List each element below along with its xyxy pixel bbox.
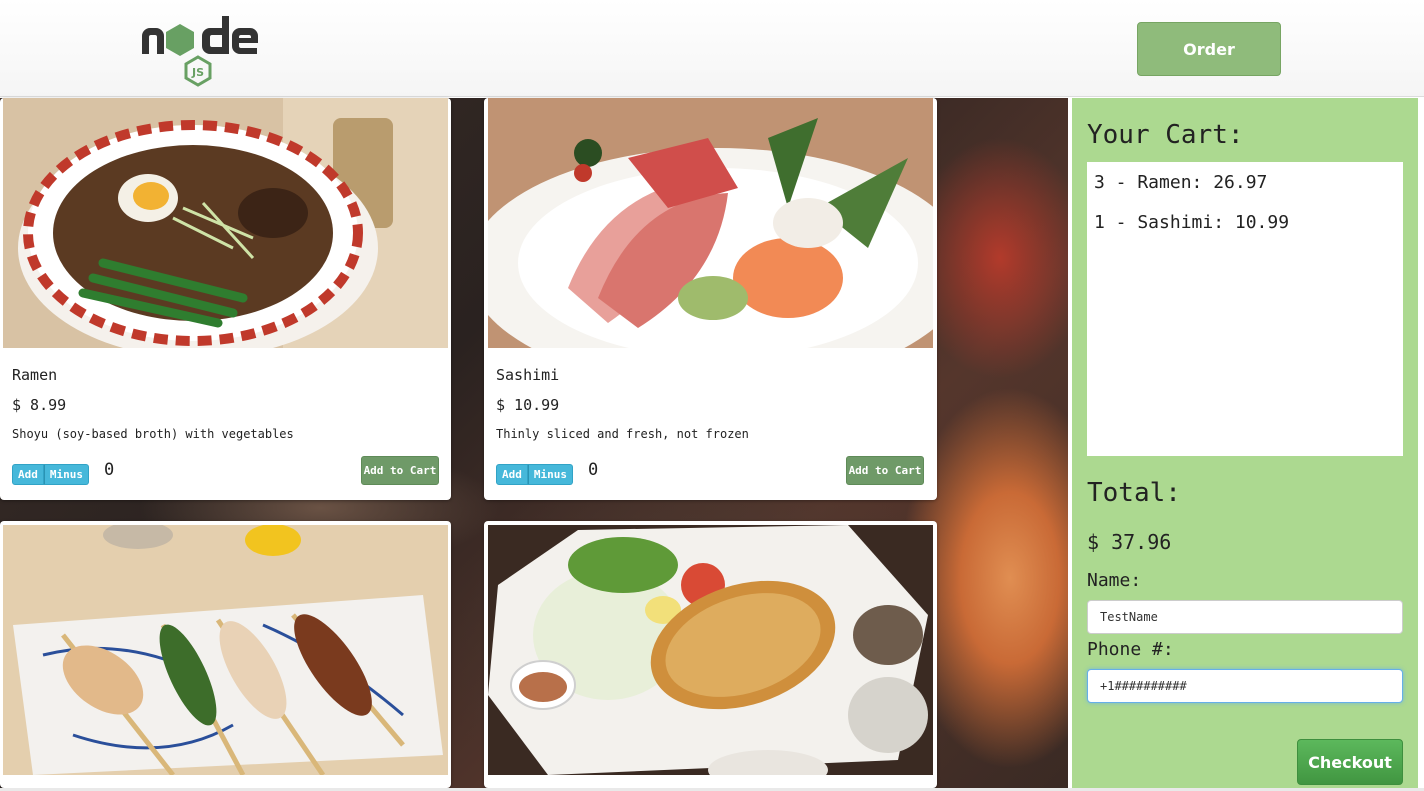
add-button[interactable]: Add	[12, 464, 44, 485]
add-button[interactable]: Add	[496, 464, 528, 485]
cart-panel: Your Cart: 3 - Ramen: 26.97 1 - Sashimi:…	[1072, 98, 1418, 788]
add-to-cart-button[interactable]: Add to Cart	[846, 456, 924, 485]
item-description: Shoyu (soy-based broth) with vegetables	[12, 427, 294, 441]
phone-input[interactable]: +1##########	[1087, 669, 1403, 703]
item-price: $ 10.99	[496, 396, 560, 414]
phone-label: Phone #:	[1087, 639, 1174, 660]
checkout-button[interactable]: Checkout	[1297, 739, 1403, 785]
name-label: Name:	[1087, 570, 1142, 591]
nodejs-logo: JS	[142, 16, 258, 87]
order-button[interactable]: Order	[1137, 22, 1281, 76]
tonkatsu-photo	[488, 525, 933, 775]
quantity-button-group: Add Minus	[12, 464, 89, 485]
cart-item: 3 - Ramen: 26.97	[1094, 172, 1268, 193]
total-value: $ 37.96	[1087, 530, 1172, 554]
quantity-button-group: Add Minus	[496, 464, 573, 485]
item-name: Ramen	[12, 366, 58, 384]
header: JS Order	[0, 0, 1424, 97]
add-to-cart-button[interactable]: Add to Cart	[361, 456, 439, 485]
quantity-value: 0	[588, 460, 599, 480]
menu-card-sashimi: Sashimi $ 10.99 Thinly sliced and fresh,…	[484, 98, 937, 500]
total-label: Total:	[1087, 478, 1181, 508]
logo-badge-text: JS	[191, 66, 204, 79]
minus-button[interactable]: Minus	[527, 464, 573, 485]
item-description: Thinly sliced and fresh, not frozen	[496, 427, 749, 441]
item-name: Sashimi	[496, 366, 560, 384]
cart-item-list: 3 - Ramen: 26.97 1 - Sashimi: 10.99	[1087, 162, 1403, 456]
ramen-photo	[3, 98, 448, 348]
minus-button[interactable]: Minus	[43, 464, 89, 485]
quantity-value: 0	[104, 460, 115, 480]
item-price: $ 8.99	[12, 396, 67, 414]
name-input[interactable]: TestName	[1087, 600, 1403, 634]
cart-title: Your Cart:	[1087, 120, 1244, 150]
menu-card-tonkatsu	[484, 521, 937, 788]
yakitori-photo	[3, 525, 448, 775]
menu-card-ramen: Ramen $ 8.99 Shoyu (soy-based broth) wit…	[0, 98, 451, 500]
sashimi-photo	[488, 98, 933, 348]
menu-card-yakitori	[0, 521, 451, 788]
cart-item: 1 - Sashimi: 10.99	[1094, 212, 1290, 233]
